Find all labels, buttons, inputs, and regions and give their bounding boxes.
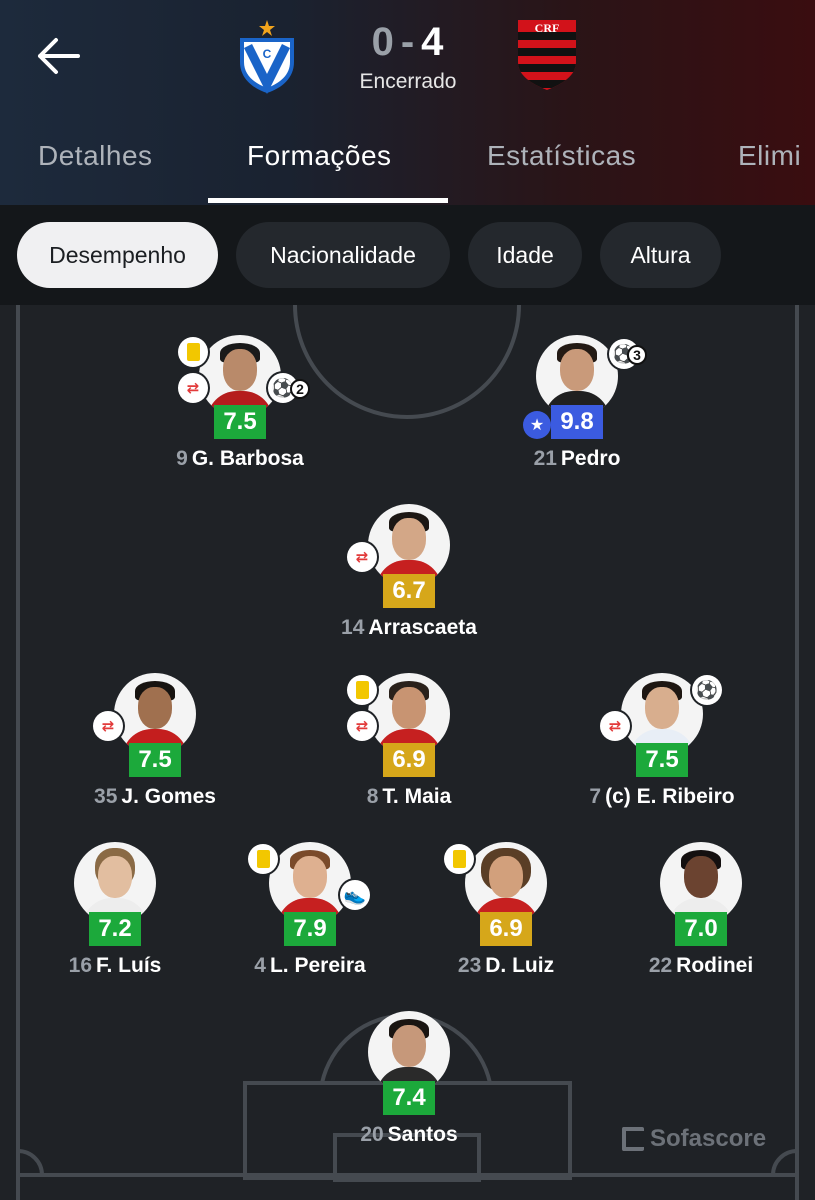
lineup-screen: C 0-4 Encerrado CRF Detalhes Formações E… [0,0,815,1200]
player-name: Rodinei [676,954,754,977]
away-score: 4 [421,20,445,64]
player-card-santos[interactable]: 7.4 20 Santos [309,1011,509,1171]
goals-count: 3 [627,345,647,365]
player-name: G. Barbosa [191,447,304,470]
player-name-label: 14 Arrascaeta [269,616,549,640]
match-status: Encerrado [359,70,457,93]
player-card-e-ribeiro[interactable]: ⇄ ⚽ 7.5 7 (c) E. Ribeiro [562,673,762,833]
player-card-j-gomes[interactable]: ⇄ 7.5 35 J. Gomes [55,673,255,833]
svg-text:CRF: CRF [535,21,560,35]
player-name: Arrascaeta [368,616,477,639]
match-header: C 0-4 Encerrado CRF Detalhes Formações E… [0,0,815,205]
filter-performance-chip[interactable]: Desempenho [17,222,218,288]
player-card-d-luiz[interactable]: 6.9 23 D. Luiz [406,842,606,1002]
substitution-icon: ⇄ [347,542,377,572]
player-card-arrascaeta[interactable]: ⇄ 6.7 14 Arrascaeta [309,504,509,664]
lineup-filter-bar: Desempenho Nacionalidade Idade Altura [0,205,815,305]
tab-statistics[interactable]: Estatísticas [487,140,636,172]
player-name: D. Luiz [485,954,555,977]
player-name: F. Luís [96,954,162,977]
player-number: 35 [94,785,118,808]
substitution-icon: ⇄ [347,711,377,741]
yellow-card-icon [444,844,474,874]
goal-ball-icon: ⚽ [692,675,722,705]
player-card-pedro[interactable]: ⚽ 3 ★ 9.8 21 Pedro [477,335,677,495]
player-name: T. Maia [382,785,452,808]
home-score: 0 [371,20,395,64]
player-number: 8 [366,785,379,808]
player-rating: 7.5 [129,743,181,777]
goals-count: 2 [290,379,310,399]
player-name-label: 21 Pedro [437,447,717,471]
assist-boot-icon: 👟 [340,880,370,910]
player-rating: 6.9 [383,743,435,777]
filter-nationality-chip[interactable]: Nacionalidade [236,222,450,288]
player-rating: 7.5 [636,743,688,777]
player-rating: 7.2 [89,912,141,946]
player-name: L. Pereira [269,954,366,977]
filter-age-chip[interactable]: Idade [468,222,582,288]
player-card-rodinei[interactable]: 7.0 22 Rodinei [601,842,801,1002]
substitution-icon: ⇄ [600,711,630,741]
player-card-l-pereira[interactable]: 👟 7.9 4 L. Pereira [210,842,410,1002]
player-card-t-maia[interactable]: ⇄ 6.9 8 T. Maia [309,673,509,833]
filter-height-chip[interactable]: Altura [600,222,721,288]
player-number: 7 [589,785,602,808]
velez-sarsfield-crest-icon[interactable]: C [236,18,298,95]
star-icon: ★ [523,411,551,439]
player-name-label: 20 Santos [269,1123,549,1147]
player-name-label: 22 Rodinei [561,954,815,978]
player-rating: 6.7 [383,574,435,608]
player-card-f-luis[interactable]: 7.2 16 F. Luís [15,842,215,1002]
player-name: J. Gomes [121,785,216,808]
sofascore-logo-icon [622,1127,644,1151]
player-rating: 7.0 [675,912,727,946]
player-number: 16 [68,954,92,977]
player-rating: 7.5 [214,405,266,439]
score-display: 0-4 [340,20,476,65]
player-number: 4 [254,954,266,977]
yellow-card-icon [178,337,208,367]
pitch: ⇄ ⚽ 2 7.5 9 G. Barbosa ⚽ 3 ★ 9.8 21 Pedro [0,305,815,1200]
tab-knockout[interactable]: Elimi [738,140,801,172]
player-name-label: 8 T. Maia [269,785,549,809]
flamengo-crest-icon[interactable]: CRF [516,18,578,92]
svg-text:C: C [263,47,272,61]
player-number: 14 [341,616,365,639]
player-rating: 7.9 [284,912,336,946]
player-number: 21 [533,447,557,470]
player-number: 20 [360,1123,384,1146]
player-rating: 9.8 [551,405,603,439]
player-name: Pedro [560,447,621,470]
player-number: 22 [648,954,673,977]
tab-details[interactable]: Detalhes [38,140,153,172]
sofascore-watermark: Sofascore [622,1125,766,1153]
player-name-label: 35 J. Gomes [15,785,295,809]
player-number: 9 [176,447,188,470]
player-number: 23 [457,954,482,977]
player-card-g-barbosa[interactable]: ⇄ ⚽ 2 7.5 9 G. Barbosa [140,335,340,495]
player-rating: 7.4 [383,1081,435,1115]
tab-bar: Detalhes Formações Estatísticas Elimi [0,130,815,205]
active-tab-indicator [208,198,448,203]
player-name: Santos [387,1123,458,1146]
yellow-card-icon [248,844,278,874]
back-button[interactable] [34,34,82,78]
player-name: (c) E. Ribeiro [605,785,735,808]
player-name-label: 9 G. Barbosa [100,447,380,471]
score-separator: - [400,20,416,64]
player-name-label: 7 (c) E. Ribeiro [522,785,802,809]
yellow-card-icon [347,675,377,705]
player-rating: 6.9 [480,912,532,946]
substitution-icon: ⇄ [93,711,123,741]
arrow-left-icon [38,38,80,74]
substitution-icon: ⇄ [178,373,208,403]
watermark-text: Sofascore [650,1125,767,1152]
tab-lineups[interactable]: Formações [247,140,392,172]
